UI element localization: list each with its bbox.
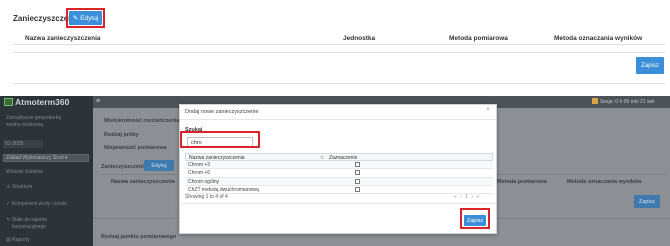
logo: Atmoterm360 <box>4 97 69 107</box>
menu-icon[interactable]: ≡ <box>96 98 100 105</box>
sidebar-item-components[interactable]: ✓ Komponent wody i ścieki <box>6 201 67 208</box>
col-method-results: Metoda oznaczania wyników <box>554 35 643 42</box>
plant-select[interactable]: Zakład Wykonawczy Środ ▾ <box>3 154 89 162</box>
highlight-box-save <box>460 208 490 229</box>
session-timer: Sesja: 0 h 09 min 21 sek <box>600 99 655 105</box>
divider <box>13 52 665 53</box>
flag-icon <box>592 98 598 104</box>
col-method-measure: Metoda pomiarowa <box>449 35 508 42</box>
row-name: Chrom +3 <box>188 162 211 169</box>
col-select[interactable]: Zaznaczenie <box>329 155 357 161</box>
table-info: Showing 1 to 4 of 4 <box>185 194 228 200</box>
table-row[interactable]: Chrom +6 <box>185 169 493 178</box>
bg-col-method: Metoda pomiarowa <box>497 179 547 185</box>
divider <box>180 119 496 120</box>
sidebar-item-report-constants-2: korporacyjnego <box>12 224 47 230</box>
sort-icon[interactable]: ⇅ <box>320 155 324 161</box>
sidebar-section[interactable]: Wnioski ścieków <box>6 169 43 176</box>
label-dilution: Wielokrotność rozcieńczenia <box>104 118 180 124</box>
date-field[interactable]: 01-2025 <box>3 140 43 148</box>
table-row[interactable]: Chrom ogólny <box>185 177 493 186</box>
bg-col-results: Metoda oznaczania wyników <box>567 179 642 185</box>
sidebar-header-2: wodno-ściekową <box>6 122 43 128</box>
col-name: Nazwa zanieczyszczenia <box>25 35 101 42</box>
row-checkbox[interactable] <box>355 170 360 176</box>
table-row[interactable]: Chrom +3 <box>185 161 493 170</box>
row-name: ChZT metodą dwuchromianową <box>188 186 259 193</box>
row-checkbox[interactable] <box>355 162 360 168</box>
close-icon[interactable]: × <box>486 107 490 113</box>
logo-icon <box>4 98 13 106</box>
sidebar-item-reports[interactable]: ▤ Raporty <box>6 237 30 244</box>
table-header: Nazwa zanieczyszczenia Jednostka Metoda … <box>13 33 665 45</box>
label-measurement-point: Rodzaj punktu pomiarowego <box>101 234 177 240</box>
table-row[interactable]: ChZT metodą dwuchromianową <box>185 186 493 194</box>
table-header: Nazwa zanieczyszczenia ⇅ Zaznaczenie <box>185 153 493 162</box>
bg-col-name: Nazwa zanieczyszczenia <box>111 179 175 185</box>
col-name[interactable]: Nazwa zanieczyszczenia <box>189 155 245 161</box>
sidebar-item-structure[interactable]: ⚠ Struktura <box>6 184 32 191</box>
save-button[interactable]: Zapisz <box>636 57 664 74</box>
sidebar: Atmoterm360 Zarządzanie gospodarką wodno… <box>0 96 93 246</box>
pagination[interactable]: « ‹ 1 › » <box>454 194 480 200</box>
modal-title: Dodaj nowe zanieczyszczenie <box>185 109 259 115</box>
logo-text: Atmoterm360 <box>15 97 70 107</box>
row-name: Chrom ogólny <box>188 178 220 185</box>
add-pollutant-modal: Dodaj nowe zanieczyszczenie × Szukaj Naz… <box>179 104 497 234</box>
pollutant-table: Nazwa zanieczyszczenia ⇅ Zaznaczenie Chr… <box>185 153 493 194</box>
label-sample-type: Rodzaj próby <box>104 132 139 138</box>
bg-save-button[interactable]: Zapisz <box>634 195 660 208</box>
divider <box>180 203 496 204</box>
row-checkbox[interactable] <box>355 178 360 184</box>
sidebar-item-report-constants[interactable]: ✎ Stałe do raportu <box>6 217 47 224</box>
label-pollutants: Zanieczyszczenia <box>101 164 147 170</box>
bg-edit-button[interactable]: Edytuj <box>144 160 174 171</box>
row-name: Chrom +6 <box>188 170 211 177</box>
col-unit: Jednostka <box>343 35 376 42</box>
sidebar-header: Zarządzanie gospodarką <box>6 115 62 121</box>
highlight-box-search <box>180 131 260 148</box>
highlight-box-edit <box>66 8 105 28</box>
label-uncertainty: Niepewność pomiarowa <box>104 145 167 151</box>
divider <box>13 83 665 84</box>
row-checkbox[interactable] <box>355 186 360 192</box>
